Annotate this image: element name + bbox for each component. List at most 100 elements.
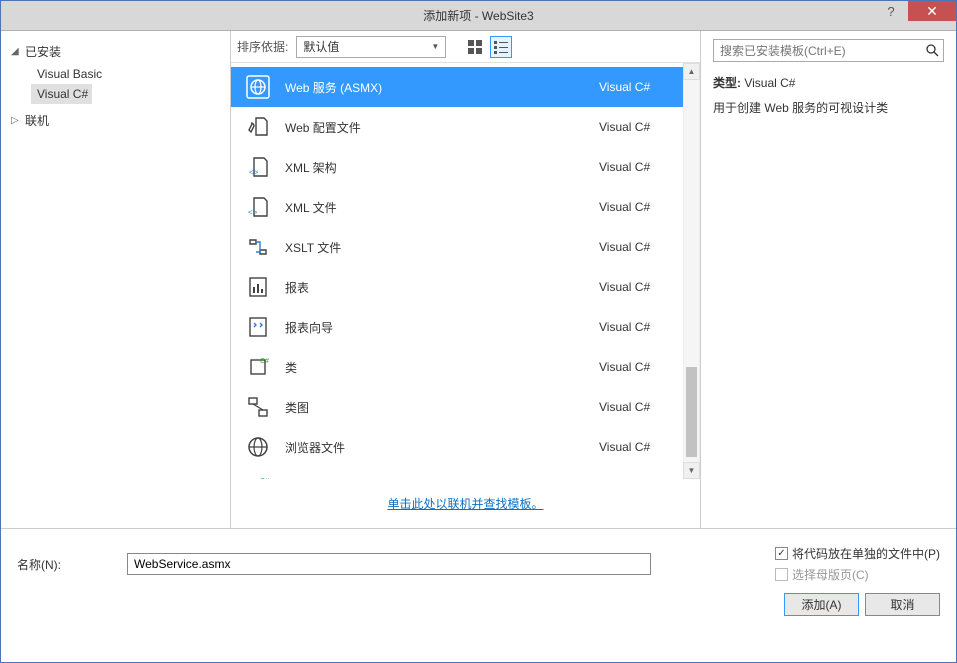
report-wizard-icon <box>245 314 271 340</box>
detail-type: 类型: Visual C# <box>713 74 944 91</box>
template-list: Web 服务 (ASMX)Visual C#Web 配置文件Visual C#<… <box>231 67 700 479</box>
detail-description: 用于创建 Web 服务的可视设计类 <box>713 99 944 117</box>
tree-online-label: 联机 <box>25 112 49 129</box>
opt-master-page: 选择母版页(C) <box>775 564 940 585</box>
tree-installed-children: Visual Basic Visual C# <box>1 64 230 104</box>
template-item[interactable]: 类图Visual C# <box>231 387 683 427</box>
svg-text:<>: <> <box>249 168 259 177</box>
dialog-buttons: 添加(A) 取消 <box>17 593 940 616</box>
template-item[interactable]: C# 类Visual C# <box>231 347 683 387</box>
class-icon: C# <box>245 354 271 380</box>
scroll-down-icon[interactable]: ▼ <box>683 462 700 479</box>
bottom-panel: 名称(N): ✓ 将代码放在单独的文件中(P) 选择母版页(C) 添加(A) 取… <box>1 528 956 626</box>
window-title: 添加新项 - WebSite3 <box>1 7 956 24</box>
template-name: XSLT 文件 <box>285 239 599 256</box>
svg-text:C#: C# <box>260 478 269 479</box>
center-footer: 单击此处以联机并查找模板。 <box>231 479 700 528</box>
template-type: Visual C# <box>599 400 669 414</box>
xml-doc-icon: <> <box>245 194 271 220</box>
search-input[interactable] <box>714 44 921 58</box>
name-row: 名称(N): ✓ 将代码放在单独的文件中(P) 选择母版页(C) <box>17 543 940 585</box>
close-button[interactable]: ✕ <box>908 1 956 21</box>
template-name: 报表 <box>285 279 599 296</box>
titlebar: 添加新项 - WebSite3 ? ✕ <box>1 1 956 31</box>
scrollbar[interactable]: ▲ ▼ <box>683 63 700 479</box>
name-input[interactable] <box>127 553 651 575</box>
scroll-thumb[interactable] <box>686 367 697 457</box>
template-item[interactable]: Web 配置文件Visual C# <box>231 107 683 147</box>
name-label: 名称(N): <box>17 556 127 573</box>
svg-text:C#: C# <box>260 358 269 365</box>
window-controls: ? ✕ <box>874 1 956 21</box>
main-content: ◢ 已安装 Visual Basic Visual C# ▷ 联机 排序依据: … <box>1 31 956 528</box>
view-grid-button[interactable] <box>464 36 486 58</box>
scroll-track[interactable] <box>683 80 700 462</box>
opt-separate-file[interactable]: ✓ 将代码放在单独的文件中(P) <box>775 543 940 564</box>
chevron-right-icon: ▷ <box>11 115 23 126</box>
template-name: 浏览器文件 <box>285 439 599 456</box>
template-type: Visual C# <box>599 160 669 174</box>
template-item[interactable]: Web 服务 (ASMX)Visual C# <box>231 67 683 107</box>
svg-text:<>: <> <box>248 208 258 217</box>
online-search-link[interactable]: 单击此处以联机并查找模板。 <box>387 497 543 511</box>
template-type: Visual C# <box>599 200 669 214</box>
template-item[interactable]: 浏览器文件Visual C# <box>231 427 683 467</box>
sort-label: 排序依据: <box>237 38 288 55</box>
tree-installed[interactable]: ◢ 已安装 <box>1 39 230 64</box>
tree-installed-label: 已安装 <box>25 43 61 60</box>
help-button[interactable]: ? <box>874 1 908 21</box>
tree-online[interactable]: ▷ 联机 <box>1 108 230 133</box>
list-icon <box>494 40 508 54</box>
template-name: 类 <box>285 359 599 376</box>
center-panel: 排序依据: 默认值 ▼ Web 服务 (ASMX)Visual C#Web 配置… <box>231 31 701 528</box>
sort-dropdown[interactable]: 默认值 ▼ <box>296 36 446 58</box>
search-icon[interactable] <box>921 44 943 57</box>
xslt-icon <box>245 234 271 260</box>
template-name: 启用了 Silverlight 的 WCF 服务 <box>285 479 599 480</box>
sidebar: ◢ 已安装 Visual Basic Visual C# ▷ 联机 <box>1 31 231 528</box>
template-item[interactable]: <> XML 架构Visual C# <box>231 147 683 187</box>
tree-item-csharp[interactable]: Visual C# <box>31 84 92 104</box>
dropdown-arrow-icon: ▼ <box>431 42 439 51</box>
template-name: XML 架构 <box>285 159 599 176</box>
report-icon <box>245 274 271 300</box>
template-list-container: Web 服务 (ASMX)Visual C#Web 配置文件Visual C#<… <box>231 63 700 479</box>
template-type: Visual C# <box>599 80 669 94</box>
template-type: Visual C# <box>599 320 669 334</box>
options-group: ✓ 将代码放在单独的文件中(P) 选择母版页(C) <box>775 543 940 585</box>
checkbox-unchecked-icon <box>775 568 788 581</box>
template-type: Visual C# <box>599 440 669 454</box>
class-diagram-icon <box>245 394 271 420</box>
template-type: Visual C# <box>599 280 669 294</box>
view-list-button[interactable] <box>490 36 512 58</box>
cancel-button[interactable]: 取消 <box>865 593 940 616</box>
template-item[interactable]: <> XML 文件Visual C# <box>231 187 683 227</box>
xml-schema-icon: <> <box>245 154 271 180</box>
search-box[interactable] <box>713 39 944 62</box>
sort-value: 默认值 <box>303 38 339 55</box>
scroll-up-icon[interactable]: ▲ <box>683 63 700 80</box>
template-item[interactable]: 报表Visual C# <box>231 267 683 307</box>
checkbox-checked-icon[interactable]: ✓ <box>775 547 788 560</box>
template-name: 类图 <box>285 399 599 416</box>
add-button[interactable]: 添加(A) <box>784 593 859 616</box>
template-item[interactable]: 报表向导Visual C# <box>231 307 683 347</box>
template-name: Web 服务 (ASMX) <box>285 79 599 96</box>
template-type: Visual C# <box>599 240 669 254</box>
browser-icon <box>245 434 271 460</box>
template-item[interactable]: XSLT 文件Visual C# <box>231 227 683 267</box>
template-type: Visual C# <box>599 360 669 374</box>
wrench-doc-icon <box>245 114 271 140</box>
center-toolbar: 排序依据: 默认值 ▼ <box>231 31 700 63</box>
tree-item-vb[interactable]: Visual Basic <box>31 64 230 84</box>
template-type: Visual C# <box>599 120 669 134</box>
template-item[interactable]: C#启用了 Silverlight 的 WCF 服务Visual C# <box>231 467 683 479</box>
gear-cs-icon: C# <box>245 474 271 479</box>
chevron-down-icon: ◢ <box>11 46 23 57</box>
right-panel: 类型: Visual C# 用于创建 Web 服务的可视设计类 <box>701 31 956 528</box>
view-buttons <box>464 36 512 58</box>
template-name: XML 文件 <box>285 199 599 216</box>
template-name: Web 配置文件 <box>285 119 599 136</box>
template-name: 报表向导 <box>285 319 599 336</box>
grid-icon <box>468 40 482 54</box>
